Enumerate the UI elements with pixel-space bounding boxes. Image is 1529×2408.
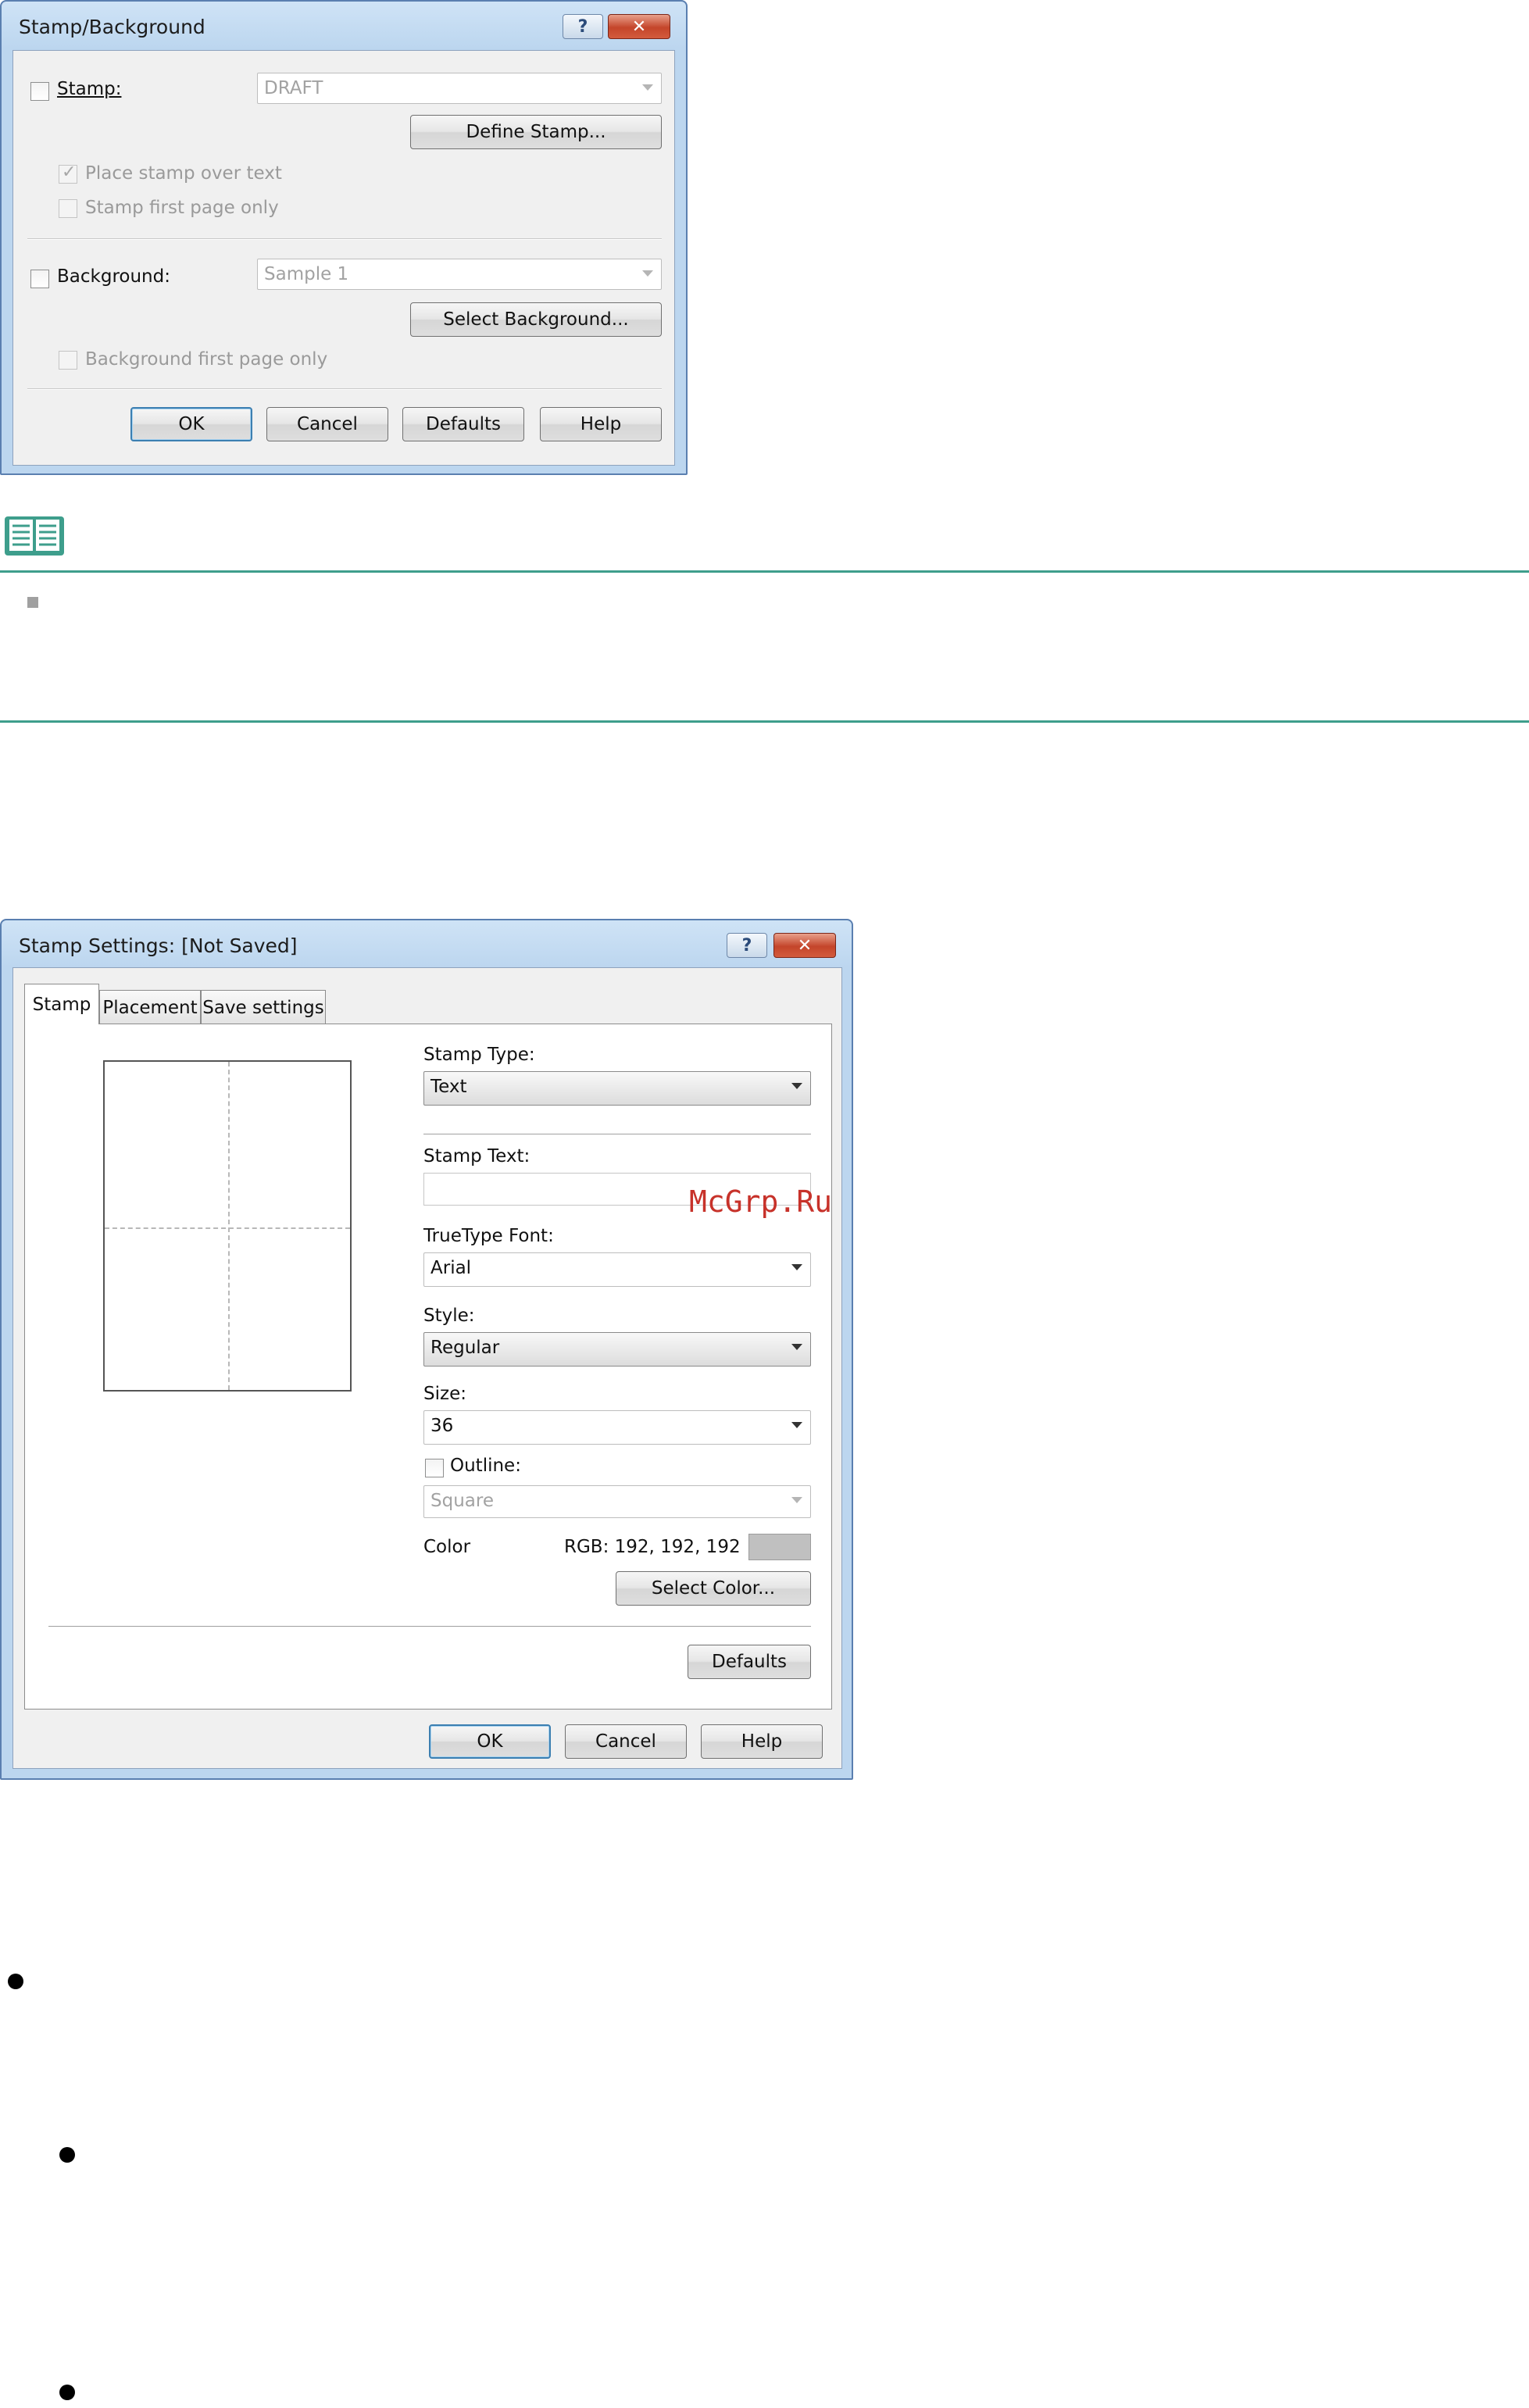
cancel-button[interactable]: Cancel xyxy=(266,407,388,441)
background-select[interactable]: Sample 1 xyxy=(257,259,662,290)
select-background-button[interactable]: Select Background... xyxy=(410,302,662,337)
background-first-page-checkbox[interactable] xyxy=(59,351,77,370)
outline-label: Outline: xyxy=(450,1456,521,1476)
stamp-first-page-label: Stamp first page only xyxy=(85,198,279,218)
color-rgb-value: RGB: 192, 192, 192 xyxy=(564,1537,741,1557)
chevron-down-icon xyxy=(791,1264,802,1270)
background-select-value: Sample 1 xyxy=(264,264,349,284)
stamp-text-label: Stamp Text: xyxy=(423,1146,531,1166)
dialog-title: Stamp/Background xyxy=(19,16,205,38)
list-bullet xyxy=(8,1974,23,1989)
stamp-preview xyxy=(103,1060,352,1392)
close-button[interactable]: ✕ xyxy=(608,14,670,39)
defaults-button[interactable]: Defaults xyxy=(688,1645,811,1679)
font-label: TrueType Font: xyxy=(423,1226,554,1246)
chevron-down-icon xyxy=(791,1422,802,1428)
style-label: Style: xyxy=(423,1306,475,1326)
size-value: 36 xyxy=(430,1416,454,1436)
defaults-button[interactable]: Defaults xyxy=(402,407,524,441)
background-first-page-label: Background first page only xyxy=(85,349,328,370)
stamp-select[interactable]: DRAFT xyxy=(257,73,662,104)
ok-button[interactable]: OK xyxy=(429,1724,551,1759)
preview-horizontal-guide xyxy=(105,1227,350,1229)
font-value: Arial xyxy=(430,1258,472,1278)
tab-placement[interactable]: Placement xyxy=(99,990,201,1024)
list-bullet xyxy=(59,2147,75,2163)
stamp-settings-dialog: Stamp Settings: [Not Saved] ? ✕ Stamp Pl… xyxy=(0,919,853,1780)
note-top-rule xyxy=(0,570,1529,573)
separator xyxy=(423,1134,811,1135)
note-book-icon xyxy=(5,516,64,556)
size-label: Size: xyxy=(423,1384,466,1404)
place-over-text-label: Place stamp over text xyxy=(85,163,282,184)
chevron-down-icon xyxy=(791,1083,802,1089)
stamp-checkbox[interactable] xyxy=(30,82,49,101)
style-value: Regular xyxy=(430,1338,500,1358)
help-title-button[interactable]: ? xyxy=(563,14,603,39)
note-bullet xyxy=(27,597,38,608)
dialog-client-area: Stamp: DRAFT Define Stamp... ✓ Place sta… xyxy=(13,50,675,466)
select-color-button[interactable]: Select Color... xyxy=(616,1571,811,1606)
style-select[interactable]: Regular xyxy=(423,1332,811,1367)
check-icon: ✓ xyxy=(62,163,77,182)
color-label: Color xyxy=(423,1537,471,1557)
tab-save-settings[interactable]: Save settings xyxy=(201,990,326,1024)
outline-value: Square xyxy=(430,1491,494,1511)
help-button[interactable]: Help xyxy=(540,407,662,441)
close-button[interactable]: ✕ xyxy=(773,933,836,958)
background-label: Background: xyxy=(57,266,170,287)
color-swatch xyxy=(748,1534,811,1560)
stamp-select-value: DRAFT xyxy=(264,78,323,98)
separator xyxy=(27,238,662,240)
chevron-down-icon xyxy=(642,270,653,277)
separator xyxy=(27,388,662,390)
watermark-text: McGrp.Ru xyxy=(689,1184,833,1219)
chevron-down-icon xyxy=(642,84,653,91)
list-bullet xyxy=(59,2385,75,2400)
place-over-text-checkbox[interactable]: ✓ xyxy=(59,163,77,184)
outline-checkbox[interactable] xyxy=(425,1459,444,1477)
chevron-down-icon xyxy=(791,1497,802,1503)
stamp-background-dialog: Stamp/Background ? ✕ Stamp: DRAFT Define… xyxy=(0,0,688,475)
separator xyxy=(48,1626,811,1627)
define-stamp-button[interactable]: Define Stamp... xyxy=(410,115,662,149)
help-button[interactable]: Help xyxy=(701,1724,823,1759)
tab-stamp[interactable]: Stamp xyxy=(24,984,99,1024)
preview-vertical-guide xyxy=(228,1062,230,1390)
stamp-first-page-checkbox[interactable] xyxy=(59,199,77,218)
font-select[interactable]: Arial xyxy=(423,1252,811,1287)
stamp-type-label: Stamp Type: xyxy=(423,1045,535,1065)
ok-button[interactable]: OK xyxy=(130,407,252,441)
help-title-button[interactable]: ? xyxy=(727,933,767,958)
cancel-button[interactable]: Cancel xyxy=(565,1724,687,1759)
note-bottom-rule xyxy=(0,720,1529,723)
stamp-tab-panel: Stamp Type: Text Stamp Text: TrueType Fo… xyxy=(24,1024,832,1710)
background-checkbox[interactable] xyxy=(30,270,49,288)
dialog-title: Stamp Settings: [Not Saved] xyxy=(19,934,298,957)
outline-select[interactable]: Square xyxy=(423,1485,811,1518)
stamp-type-select[interactable]: Text xyxy=(423,1071,811,1106)
stamp-label: Stamp: xyxy=(57,79,122,99)
chevron-down-icon xyxy=(791,1344,802,1350)
stamp-type-value: Text xyxy=(430,1077,467,1097)
dialog-client-area: Stamp Placement Save settings Stamp Type… xyxy=(13,967,842,1769)
size-select[interactable]: 36 xyxy=(423,1410,811,1445)
